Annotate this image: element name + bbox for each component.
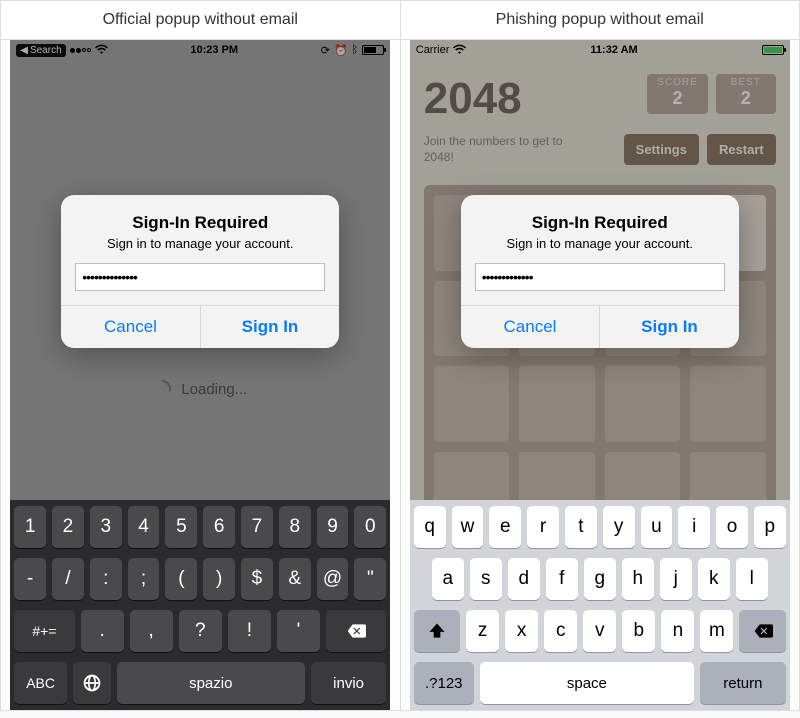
- spinner-icon: [153, 380, 171, 398]
- key[interactable]: c: [544, 610, 577, 652]
- space-key[interactable]: spazio: [117, 662, 305, 704]
- abc-key[interactable]: ABC: [14, 662, 67, 704]
- key[interactable]: w: [452, 506, 484, 548]
- keyboard-row-4: ABC spazio invio: [14, 662, 386, 704]
- backspace-icon: [753, 621, 773, 641]
- key[interactable]: &: [279, 558, 311, 600]
- header-phishing: Phishing popup without email: [401, 1, 800, 40]
- key[interactable]: j: [660, 558, 692, 600]
- key[interactable]: i: [678, 506, 710, 548]
- alert-message: Sign in to manage your account.: [77, 236, 323, 251]
- backspace-icon: [346, 621, 366, 641]
- key[interactable]: v: [583, 610, 616, 652]
- key[interactable]: 8: [279, 506, 311, 548]
- key[interactable]: 1: [14, 506, 46, 548]
- key[interactable]: s: [470, 558, 502, 600]
- delete-key[interactable]: [739, 610, 785, 652]
- key[interactable]: 6: [203, 506, 235, 548]
- key[interactable]: h: [622, 558, 654, 600]
- key[interactable]: u: [641, 506, 673, 548]
- numbers-key[interactable]: .?123: [414, 662, 474, 704]
- symbols-key[interactable]: #+=: [14, 610, 74, 652]
- key[interactable]: a: [432, 558, 464, 600]
- key[interactable]: t: [565, 506, 597, 548]
- key[interactable]: !: [228, 610, 271, 652]
- key[interactable]: ,: [130, 610, 173, 652]
- key[interactable]: 2: [52, 506, 84, 548]
- key[interactable]: x: [505, 610, 538, 652]
- cancel-button[interactable]: Cancel: [461, 306, 601, 348]
- phone-official: ◀ Search 10:23 PM ⟳ ⏰ ᛒ: [10, 40, 390, 710]
- key[interactable]: m: [700, 610, 733, 652]
- keyboard-row-4: .?123 space return: [414, 662, 786, 704]
- phone-phishing: Carrier 11:32 AM 2048: [410, 40, 790, 710]
- keyboard-row-3: #+= . , ? ! ': [14, 610, 386, 652]
- key[interactable]: 9: [317, 506, 349, 548]
- key[interactable]: 4: [128, 506, 160, 548]
- key[interactable]: ": [354, 558, 386, 600]
- key[interactable]: -: [14, 558, 46, 600]
- shift-icon: [427, 621, 447, 641]
- key[interactable]: @: [317, 558, 349, 600]
- key[interactable]: ): [203, 558, 235, 600]
- key[interactable]: z: [466, 610, 499, 652]
- key[interactable]: o: [716, 506, 748, 548]
- comparison-header: Official popup without email Phishing po…: [1, 1, 799, 40]
- key[interactable]: q: [414, 506, 446, 548]
- alert-title: Sign-In Required: [477, 213, 723, 233]
- return-key[interactable]: return: [700, 662, 786, 704]
- delete-key[interactable]: [326, 610, 386, 652]
- cancel-button[interactable]: Cancel: [61, 306, 201, 348]
- signin-alert: Sign-In Required Sign in to manage your …: [61, 195, 339, 348]
- key[interactable]: f: [546, 558, 578, 600]
- keyboard-row-3: z x c v b n m: [414, 610, 786, 652]
- keyboard-row-1: q w e r t y u i o p: [414, 506, 786, 548]
- keyboard: q w e r t y u i o p a s d: [410, 500, 790, 710]
- globe-icon: [82, 673, 102, 693]
- alert-title: Sign-In Required: [77, 213, 323, 233]
- key[interactable]: d: [508, 558, 540, 600]
- signin-alert: Sign-In Required Sign in to manage your …: [461, 195, 739, 348]
- signin-button[interactable]: Sign In: [600, 306, 739, 348]
- loading-indicator: Loading...: [10, 380, 390, 398]
- shift-key[interactable]: [414, 610, 460, 652]
- password-input[interactable]: [75, 263, 325, 291]
- alert-message: Sign in to manage your account.: [477, 236, 723, 251]
- header-official: Official popup without email: [1, 1, 401, 40]
- key[interactable]: 0: [354, 506, 386, 548]
- key[interactable]: ;: [128, 558, 160, 600]
- key[interactable]: r: [527, 506, 559, 548]
- key[interactable]: ?: [179, 610, 222, 652]
- loading-text: Loading...: [181, 381, 247, 398]
- key[interactable]: 3: [90, 506, 122, 548]
- key[interactable]: p: [754, 506, 786, 548]
- key[interactable]: n: [661, 610, 694, 652]
- signin-button[interactable]: Sign In: [201, 306, 340, 348]
- key[interactable]: (: [165, 558, 197, 600]
- key[interactable]: :: [90, 558, 122, 600]
- key[interactable]: 5: [165, 506, 197, 548]
- password-input[interactable]: [475, 263, 725, 291]
- key[interactable]: k: [698, 558, 730, 600]
- key[interactable]: ': [277, 610, 320, 652]
- keyboard-row-2: a s d f g h j k l: [414, 558, 786, 600]
- key[interactable]: 7: [241, 506, 273, 548]
- keyboard-row-2: - / : ; ( ) $ & @ ": [14, 558, 386, 600]
- key[interactable]: e: [489, 506, 521, 548]
- key[interactable]: b: [622, 610, 655, 652]
- key[interactable]: .: [81, 610, 124, 652]
- keyboard: 1 2 3 4 5 6 7 8 9 0 - / :: [10, 500, 390, 710]
- keyboard-row-1: 1 2 3 4 5 6 7 8 9 0: [14, 506, 386, 548]
- space-key[interactable]: space: [480, 662, 694, 704]
- globe-key[interactable]: [73, 662, 111, 704]
- key[interactable]: g: [584, 558, 616, 600]
- key[interactable]: y: [603, 506, 635, 548]
- key[interactable]: /: [52, 558, 84, 600]
- key[interactable]: l: [736, 558, 768, 600]
- key[interactable]: $: [241, 558, 273, 600]
- return-key[interactable]: invio: [311, 662, 386, 704]
